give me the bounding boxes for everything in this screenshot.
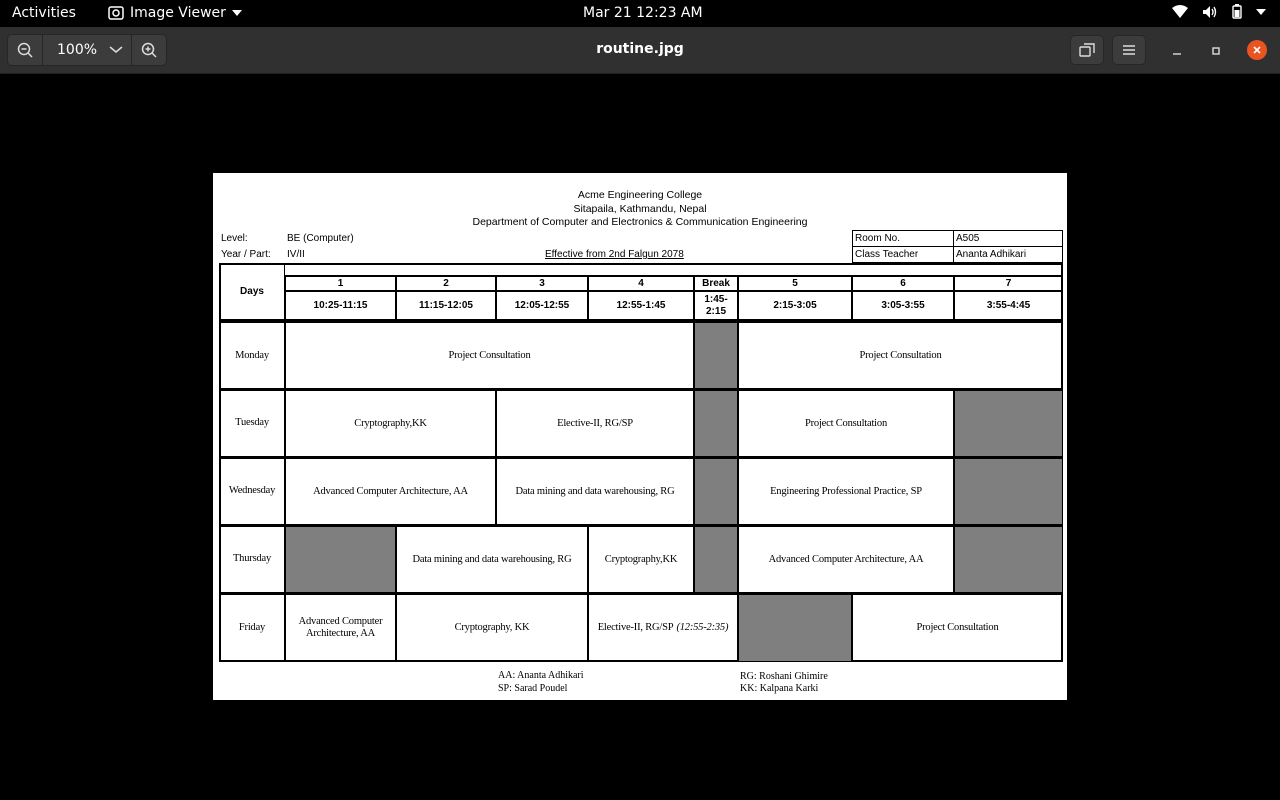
main-menu-button[interactable] [1112,35,1146,65]
day-label-monday: Monday [219,322,285,389]
maximize-button[interactable] [1206,41,1226,61]
day-label-thursday: Thursday [219,525,285,593]
legend-aa: AA: Ananta Adhikari [498,670,584,681]
period-number: 4 [588,276,694,291]
period-number: 2 [396,276,496,291]
department-name: Department of Computer and Electronics &… [472,216,808,228]
system-menu-caret-icon [1256,8,1266,15]
effective-date: Effective from 2nd Falgun 2078 [545,249,684,260]
zoom-level-dropdown[interactable]: 100% [42,35,132,65]
system-tray[interactable] [1172,4,1266,19]
period-time: 10:25-11:15 [285,291,396,320]
session-cell: Data mining and data warehousing, RG [496,458,694,525]
session-text: Elective-II, RG/SP [597,622,674,633]
session-cell: Advanced Computer Architecture, AA [285,458,496,525]
image-viewer-icon [108,6,124,20]
period-time: 2:15-3:05 [738,291,852,320]
room-label: Room No. [855,233,901,244]
volume-icon [1203,5,1217,18]
session-cell: Cryptography,KK [285,390,496,457]
period-number: 1 [285,276,396,291]
college-address: Sitapaila, Kathmandu, Nepal [573,203,707,215]
level-value: BE (Computer) [287,233,354,244]
free-cell [954,526,1063,593]
legend-kk: KK: Kalpana Karki [740,683,819,694]
break-cell [694,322,738,389]
free-cell [954,458,1063,525]
break-cell [694,526,738,593]
session-cell: Engineering Professional Practice, SP [738,458,954,525]
room-value: A505 [956,233,980,244]
session-cell: Elective-II, RG/SP [496,390,694,457]
close-icon [1253,46,1261,54]
top-bar: Activities Image Viewer Mar 21 12:23 AM [0,0,1280,27]
class-teacher-label: Class Teacher [855,249,919,260]
period-time: 12:55-1:45 [588,291,694,320]
app-menu-label: Image Viewer [130,5,226,21]
break-header: Break [694,276,738,291]
break-cell [694,390,738,457]
period-number: 7 [954,276,1063,291]
session-time-note: (12:55-2:35) [676,622,729,633]
day-label-tuesday: Tuesday [219,389,285,457]
gallery-button[interactable] [1070,35,1104,65]
free-cell [285,526,396,593]
period-time: 11:15-12:05 [396,291,496,320]
wifi-icon [1172,5,1188,18]
close-button[interactable] [1247,40,1267,60]
minimize-icon [1173,53,1181,55]
zoom-out-icon [17,42,33,58]
battery-icon [1232,4,1242,19]
period-time: 12:05-12:55 [496,291,588,320]
legend-rg: RG: Roshani Ghimire [740,671,828,682]
app-menu[interactable]: Image Viewer [108,5,242,21]
chevron-down-icon [109,46,123,53]
break-cell [694,458,738,525]
day-label-wednesday: Wednesday [219,457,285,525]
session-cell: Elective-II, RG/SP (12:55-2:35) [588,594,738,662]
break-time: 1:45- 2:15 [694,291,738,320]
session-cell: Project Consultation [852,594,1063,662]
period-number: 3 [496,276,588,291]
class-teacher-value: Ananta Adhikari [956,249,1027,260]
session-cell: Advanced Computer Architecture, AA [285,594,396,662]
caret-down-icon [231,10,242,16]
period-time: 3:55-4:45 [954,291,1063,320]
free-cell [738,594,852,662]
activities-button[interactable]: Activities [12,5,76,21]
session-cell: Project Consultation [738,390,954,457]
session-cell: Data mining and data warehousing, RG [396,526,588,593]
period-number: 5 [738,276,852,291]
hamburger-icon [1123,45,1135,55]
legend-sp: SP: Sarad Poudel [498,683,568,694]
free-cell [954,390,1063,457]
session-cell: Cryptography, KK [396,594,588,662]
routine-image: Acme Engineering College Sitapaila, Kath… [213,173,1067,700]
session-cell: Project Consultation [738,322,1063,389]
year-part-value: IV/II [287,249,305,260]
zoom-in-icon [141,42,157,58]
minimize-button[interactable] [1167,41,1187,61]
session-cell: Project Consultation [285,322,694,389]
routine-table: Days 1 2 3 4 Break 5 6 7 10:25-11:15 11:… [219,263,1063,662]
session-cell: Advanced Computer Architecture, AA [738,526,954,593]
period-time: 3:05-3:55 [852,291,954,320]
room-info-box: Room No. A505 Class Teacher Ananta Adhik… [852,230,1063,263]
window-title: routine.jpg [596,41,684,57]
year-part-label: Year / Part: [221,249,271,260]
clock[interactable]: Mar 21 12:23 AM [583,5,703,21]
maximize-icon [1212,47,1220,55]
zoom-level-value: 100% [57,42,98,58]
zoom-out-button[interactable] [8,35,42,65]
zoom-in-button[interactable] [132,35,166,65]
level-label: Level: [221,233,248,244]
day-label-friday: Friday [219,593,285,662]
zoom-controls: 100% [7,34,167,66]
header-bar: 100% routine.jpg [0,27,1280,74]
college-name: Acme Engineering College [577,189,703,201]
period-number: 6 [852,276,954,291]
gallery-icon [1079,43,1095,57]
session-cell: Cryptography,KK [588,526,694,593]
days-header: Days [219,263,285,321]
